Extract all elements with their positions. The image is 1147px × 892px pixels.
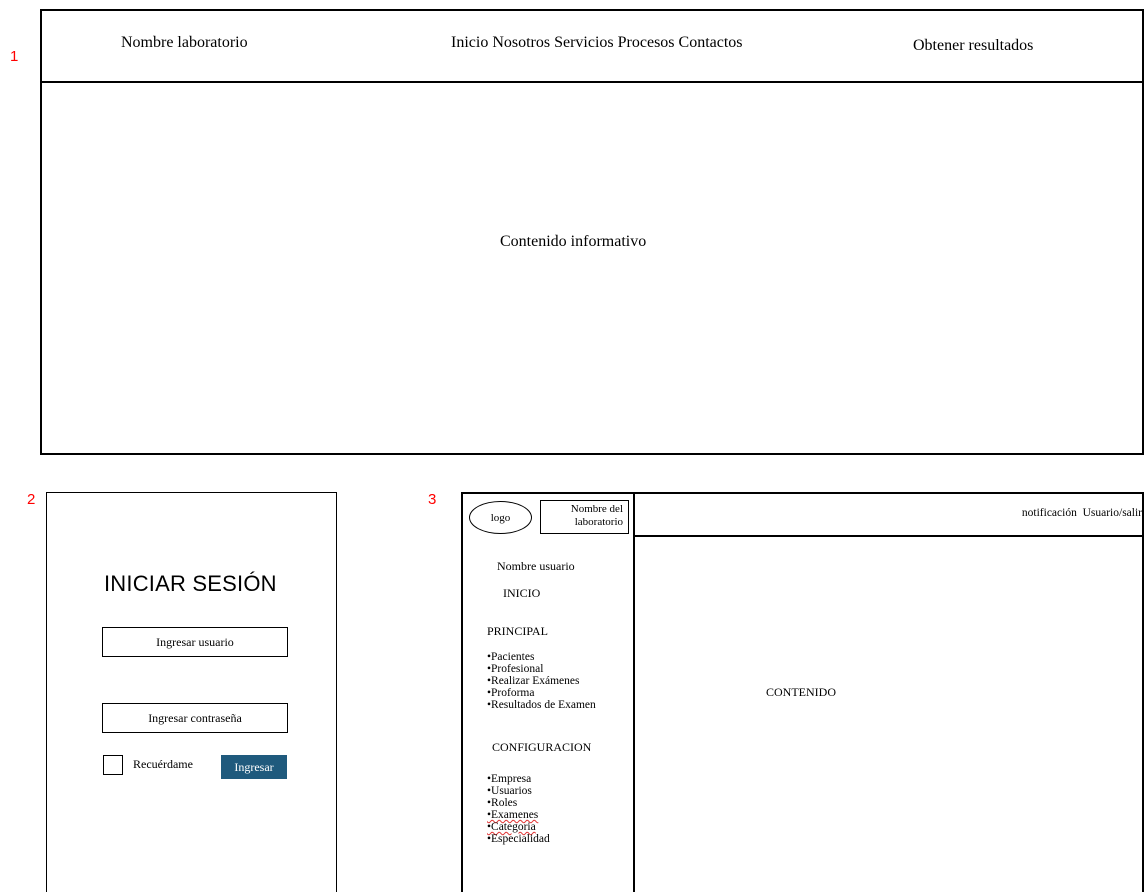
sidebar-item-especialidad[interactable]: •Especialidad [487, 833, 550, 845]
section-principal: PRINCIPAL [487, 624, 548, 638]
sidebar-item-categoria[interactable]: •Categoria [487, 821, 550, 833]
top-bar: notificación Usuario/salir [633, 494, 1142, 537]
sidebar-item-resultados-examen[interactable]: •Resultados de Examen [487, 699, 596, 711]
sidebar-item-empresa[interactable]: •Empresa [487, 773, 550, 785]
mockup-number-1: 1 [10, 48, 19, 65]
landing-page-mockup: Nombre laboratorio Inicio Nosotros Servi… [40, 9, 1144, 455]
sidebar-item-profesional[interactable]: •Profesional [487, 663, 596, 675]
sidebar: logo Nombre del laboratorio Nombre usuar… [463, 494, 635, 892]
notification-link[interactable]: notificación [1022, 507, 1077, 519]
top-bar-actions: notificación Usuario/salir [1022, 507, 1142, 519]
user-exit-link[interactable]: Usuario/salir [1083, 507, 1142, 519]
user-name: Nombre usuario [497, 559, 575, 573]
remember-label: Recuérdame [133, 757, 193, 771]
logo[interactable]: logo [469, 501, 532, 534]
remember-checkbox[interactable] [103, 755, 123, 775]
principal-menu: •Pacientes •Profesional •Realizar Exámen… [487, 651, 596, 711]
mockup-number-2: 2 [27, 491, 36, 508]
get-results-link[interactable]: Obtener resultados [913, 37, 1033, 55]
lab-name-box: Nombre del laboratorio [540, 500, 629, 534]
landing-header: Nombre laboratorio Inicio Nosotros Servi… [42, 11, 1142, 83]
sidebar-item-pacientes[interactable]: •Pacientes [487, 651, 596, 663]
main-nav[interactable]: Inicio Nosotros Servicios Procesos Conta… [451, 34, 743, 52]
informative-content: Contenido informativo [500, 233, 647, 250]
sidebar-item-proforma[interactable]: •Proforma [487, 687, 596, 699]
sidebar-item-usuarios[interactable]: •Usuarios [487, 785, 550, 797]
login-title: INICIAR SESIÓN [104, 571, 277, 596]
main-content: CONTENIDO [766, 685, 836, 699]
dashboard-mockup: logo Nombre del laboratorio Nombre usuar… [461, 492, 1144, 892]
login-mockup: INICIAR SESIÓN Ingresar usuario Ingresar… [46, 492, 337, 892]
sidebar-item-examenes[interactable]: •Examenes [487, 809, 550, 821]
config-menu: •Empresa •Usuarios •Roles •Examenes •Cat… [487, 773, 550, 845]
login-button[interactable]: Ingresar [221, 755, 287, 779]
password-input[interactable]: Ingresar contraseña [102, 703, 288, 733]
section-configuracion: CONFIGURACION [492, 740, 592, 754]
username-input[interactable]: Ingresar usuario [102, 627, 288, 657]
brand-name[interactable]: Nombre laboratorio [121, 34, 248, 52]
sidebar-item-inicio[interactable]: INICIO [503, 586, 540, 601]
mockup-number-3: 3 [428, 491, 437, 508]
sidebar-item-roles[interactable]: •Roles [487, 797, 550, 809]
sidebar-item-realizar-examenes[interactable]: •Realizar Exámenes [487, 675, 596, 687]
